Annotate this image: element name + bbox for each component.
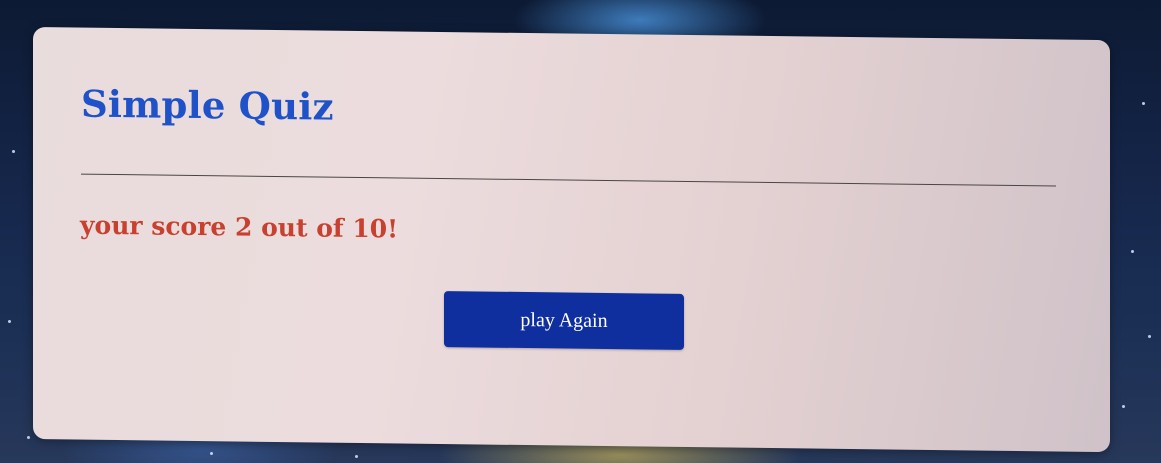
score-message: your score 2 out of 10!	[80, 210, 399, 244]
quiz-title: Simple Quiz	[81, 81, 334, 129]
quiz-card: Simple Quiz your score 2 out of 10! play…	[33, 27, 1110, 453]
title-divider	[81, 173, 1056, 187]
play-again-button[interactable]: play Again	[444, 291, 684, 350]
